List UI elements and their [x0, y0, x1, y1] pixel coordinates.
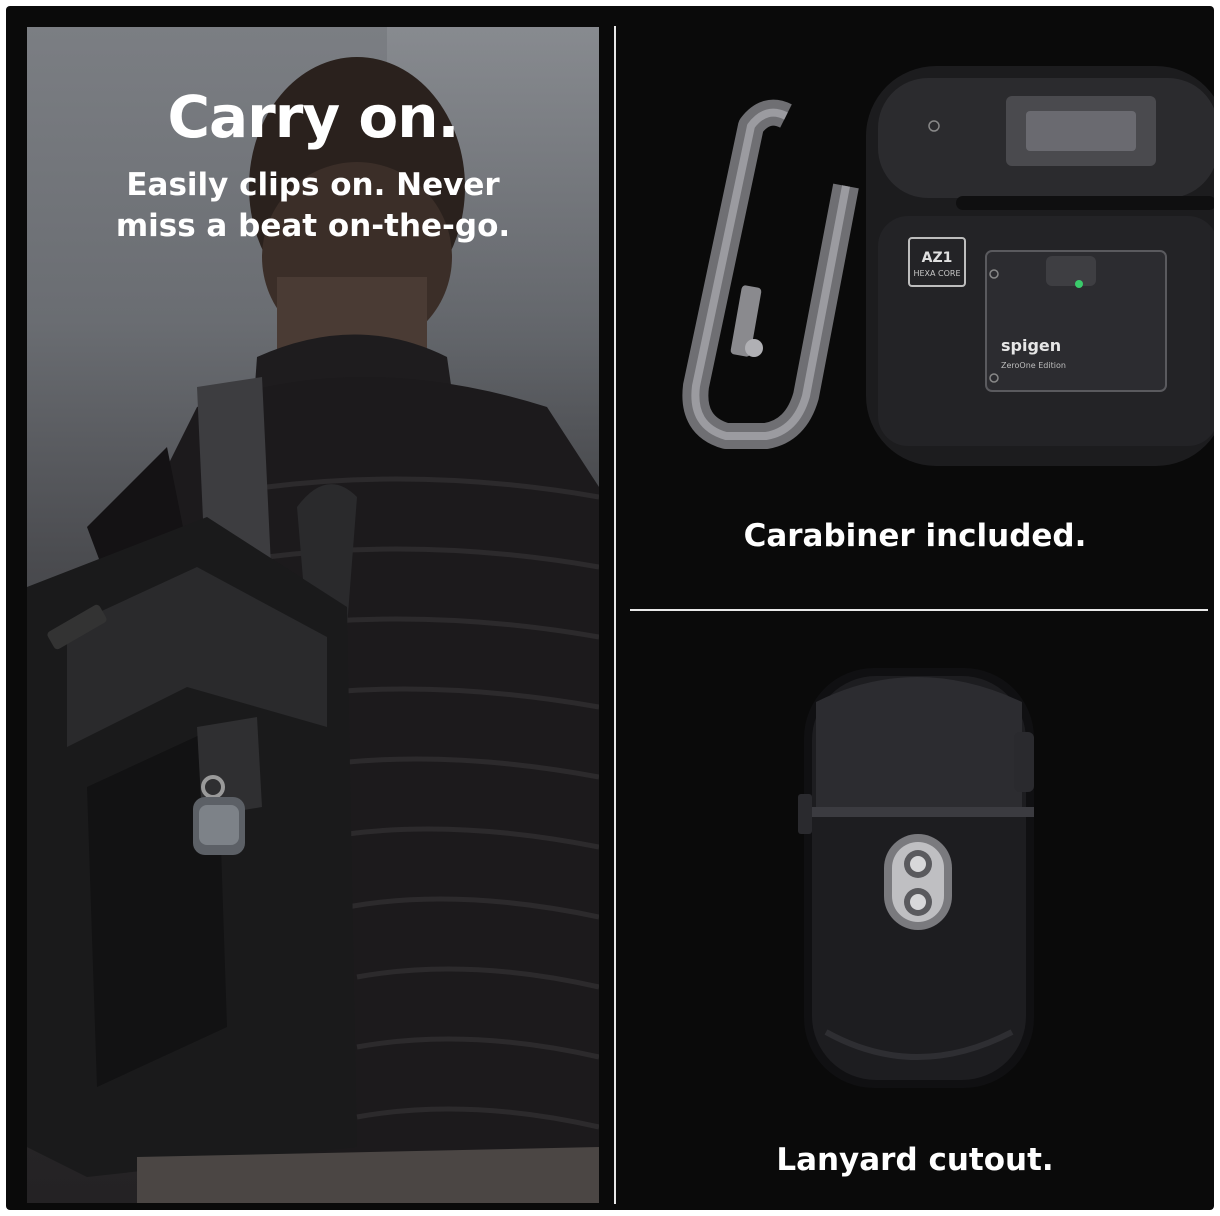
- lanyard-caption: Lanyard cutout.: [776, 1142, 1054, 1178]
- brand-logo: spigen: [1001, 336, 1061, 355]
- spigen-emblem-icon: [745, 339, 763, 357]
- case-with-carabiner-illustration: AZ1 HEXA CORE spigen ZeroOne Edition: [682, 66, 1214, 466]
- headline: Carry on.: [167, 83, 459, 151]
- subheadline: Easily clips on. Never miss a beat on-th…: [27, 165, 599, 247]
- chip-label-1: AZ1: [922, 250, 953, 266]
- subheadline-line-2: miss a beat on-the-go.: [115, 208, 511, 244]
- subheadline-line-1: Easily clips on. Never: [126, 167, 500, 203]
- chip-label-2: HEXA CORE: [913, 269, 960, 278]
- carabiner-caption: Carabiner included.: [743, 518, 1087, 554]
- case-back-illustration: [798, 668, 1034, 1088]
- status-led-icon: [1075, 280, 1083, 288]
- carabiner-panel: AZ1 HEXA CORE spigen ZeroOne Edition Car…: [616, 6, 1214, 606]
- lanyard-panel: Lanyard cutout.: [616, 612, 1214, 1210]
- horizontal-divider: [630, 609, 1208, 611]
- product-image-frame: Carry on. Easily clips on. Never miss a …: [6, 6, 1214, 1210]
- edition-label: ZeroOne Edition: [1001, 361, 1066, 370]
- lifestyle-photo-panel: Carry on. Easily clips on. Never miss a …: [27, 27, 599, 1203]
